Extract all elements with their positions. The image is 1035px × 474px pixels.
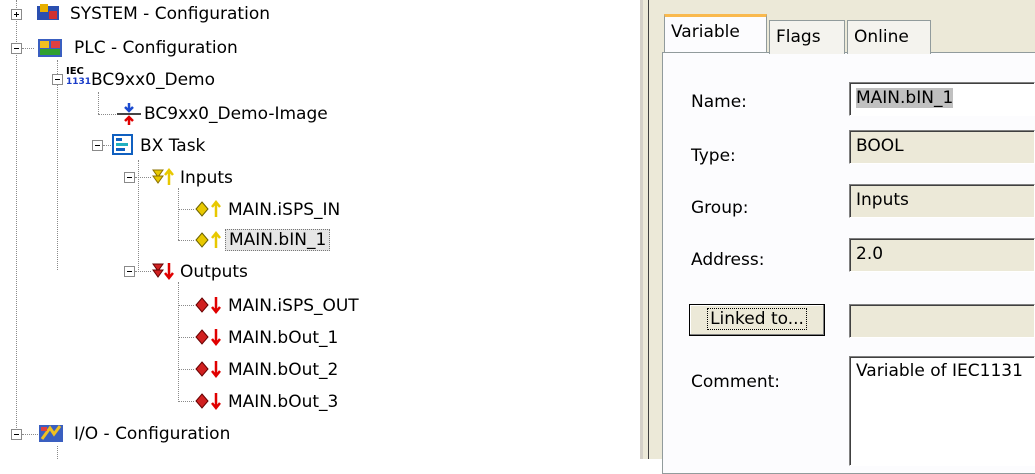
type-label: Type: — [691, 146, 736, 166]
tree-line — [178, 305, 194, 306]
outputs-folder-icon — [151, 260, 175, 282]
expand-system-button[interactable] — [11, 9, 22, 20]
output-variable-icon — [194, 391, 224, 411]
tree-item-output-1[interactable]: MAIN.iSPS_OUT — [228, 296, 359, 316]
tree-item-inputs[interactable]: Inputs — [180, 168, 233, 188]
tree-line — [103, 145, 111, 146]
tree-line — [98, 114, 116, 115]
iec-project-icon: IEC 1131 — [66, 66, 92, 91]
input-variable-icon — [194, 230, 224, 250]
tree-item-output-2[interactable]: MAIN.bOut_1 — [228, 328, 338, 348]
tree-line — [22, 48, 34, 49]
tree-item-outputs[interactable]: Outputs — [180, 262, 248, 282]
address-label: Address: — [691, 250, 765, 270]
comment-field[interactable]: Variable of IEC1131 — [849, 356, 1035, 466]
linked-to-label: Linked to... — [707, 308, 807, 330]
linked-to-field — [849, 304, 1035, 338]
tree-line — [57, 446, 58, 459]
tree-line — [178, 337, 194, 338]
output-variable-icon — [194, 327, 224, 347]
tree-line — [16, 0, 17, 430]
inputs-folder-icon — [151, 166, 175, 188]
tab-online[interactable]: Online — [847, 20, 931, 54]
project-tree[interactable]: SYSTEM - Configuration PLC - Configurati… — [0, 0, 640, 459]
name-field[interactable]: MAIN.bIN_1 — [849, 82, 1035, 116]
tree-item-plc[interactable]: PLC - Configuration — [74, 38, 238, 58]
tree-item-task[interactable]: BX Task — [140, 136, 205, 156]
collapse-task-button[interactable] — [92, 140, 103, 151]
collapse-io-button[interactable] — [11, 429, 22, 440]
tree-line — [178, 240, 194, 241]
tree-item-input-2-selected[interactable]: MAIN.bIN_1 — [225, 229, 331, 251]
linked-to-button[interactable]: Linked to... — [689, 304, 825, 336]
system-config-icon — [36, 2, 62, 22]
tree-line — [57, 60, 58, 270]
tab-flags[interactable]: Flags — [769, 20, 845, 54]
output-variable-icon — [194, 295, 224, 315]
tree-line — [178, 188, 179, 240]
process-image-icon — [116, 102, 142, 126]
name-value: MAIN.bIN_1 — [856, 88, 954, 108]
tree-line — [178, 282, 179, 402]
tree-item-system[interactable]: SYSTEM - Configuration — [70, 4, 270, 24]
tree-line — [178, 369, 194, 370]
address-field: 2.0 — [849, 238, 1035, 272]
collapse-inputs-button[interactable] — [124, 172, 135, 183]
input-variable-icon — [194, 199, 224, 219]
collapse-project-button[interactable] — [52, 74, 63, 85]
task-icon — [112, 134, 134, 156]
tree-item-image[interactable]: BC9xx0_Demo-Image — [144, 104, 328, 124]
group-label: Group: — [691, 198, 749, 218]
tree-line — [178, 209, 194, 210]
plc-config-icon — [36, 36, 66, 60]
tree-item-project[interactable]: BC9xx0_Demo — [91, 70, 215, 90]
tree-item-input-1[interactable]: MAIN.iSPS_IN — [228, 200, 340, 220]
tree-line — [178, 401, 194, 402]
tree-line — [98, 92, 99, 114]
tree-item-io[interactable]: I/O - Configuration — [74, 424, 230, 444]
io-devices-icon — [86, 452, 108, 459]
group-field: Inputs — [849, 184, 1035, 218]
comment-label: Comment: — [691, 372, 781, 392]
iec-icon-text-top: IEC — [66, 66, 84, 77]
output-variable-icon — [194, 359, 224, 379]
name-label: Name: — [691, 92, 747, 112]
tree-item-output-3[interactable]: MAIN.bOut_2 — [228, 360, 338, 380]
tree-line — [22, 434, 38, 435]
tree-line — [135, 271, 151, 272]
io-config-icon — [38, 422, 66, 444]
tab-variable[interactable]: Variable — [664, 14, 767, 52]
tree-item-output-4[interactable]: MAIN.bOut_3 — [228, 392, 338, 412]
collapse-plc-button[interactable] — [11, 43, 22, 54]
collapse-outputs-button[interactable] — [124, 266, 135, 277]
iec-icon-text-bottom: 1131 — [66, 77, 92, 87]
tree-line — [135, 177, 151, 178]
type-field: BOOL — [849, 130, 1035, 164]
